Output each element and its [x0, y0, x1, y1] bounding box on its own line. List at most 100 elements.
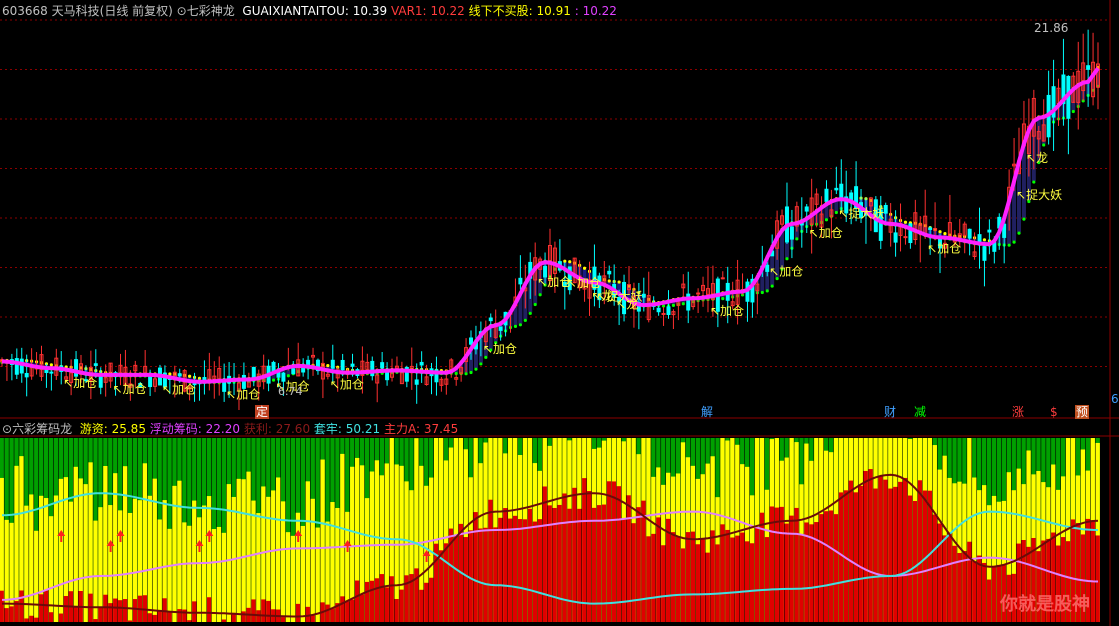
chip-bar-red — [364, 581, 370, 622]
chip-bar-red — [981, 562, 987, 622]
candle-body — [49, 371, 54, 374]
chip-bar-red — [340, 596, 345, 622]
chip-bar-red — [73, 607, 78, 622]
ribbon-top-dot — [982, 238, 987, 242]
candle-body — [967, 228, 972, 239]
sub-item-value: 37.45 — [423, 422, 459, 436]
chip-bar-yellow — [315, 527, 320, 622]
candle-body — [380, 362, 385, 369]
ribbon-bottom-dot — [1071, 109, 1075, 114]
event-marker-dollar[interactable]: $ — [1050, 405, 1058, 419]
ribbon-bottom-dot — [765, 289, 769, 293]
chip-bar-yellow — [83, 484, 88, 622]
chip-bar-red — [582, 478, 587, 622]
ribbon-bottom-dot — [795, 237, 799, 241]
sub-item-label: 主力A: — [383, 422, 421, 436]
chip-bar-red — [646, 536, 651, 622]
chip-bar-red — [868, 469, 873, 622]
chip-bar-red — [157, 610, 162, 622]
ribbon-bottom-dot — [513, 324, 518, 328]
chip-bar-red — [591, 507, 597, 622]
chip-bar-yellow — [197, 517, 202, 622]
ribbon-bottom-dot — [721, 297, 725, 301]
chip-bar-red — [972, 561, 977, 622]
chip-bar-red — [695, 544, 700, 622]
chip-bar-yellow — [330, 502, 335, 622]
chip-bar-red — [567, 508, 572, 622]
candle-body — [93, 363, 98, 366]
chip-bar-yellow — [29, 494, 34, 622]
signal-label: ↖加仓 — [113, 382, 147, 396]
chip-bar-red — [266, 600, 271, 622]
settings-circle-icon[interactable]: ⊙ — [2, 422, 12, 436]
chip-bar-red — [48, 612, 54, 622]
signal-label: ↖龙 — [616, 297, 638, 311]
chip-bar-yellow — [320, 459, 325, 622]
event-marker-cai[interactable]: 财 — [884, 405, 896, 419]
signal-label: ↖加仓 — [162, 383, 196, 397]
candle-body — [641, 293, 646, 298]
chip-bar-red — [967, 541, 972, 622]
candle-body — [720, 277, 725, 280]
sub-indicator-name[interactable]: 六彩筹码龙 — [12, 422, 72, 436]
candle-body — [928, 227, 933, 230]
candle-body — [696, 292, 701, 295]
ribbon-bottom-dot — [824, 218, 829, 222]
chip-bar-red — [108, 603, 113, 622]
chip-bar-red — [261, 599, 266, 622]
chip-bar-red — [937, 523, 942, 622]
chip-bar-red — [152, 614, 157, 622]
chip-bar-yellow — [394, 464, 399, 622]
chip-bar-red — [957, 553, 962, 622]
signal-label: ↖加仓 — [330, 377, 364, 391]
event-marker-jie[interactable]: 解 — [701, 405, 713, 419]
chip-bar-red — [98, 606, 103, 622]
chip-bar-red — [379, 574, 385, 622]
chip-bar-yellow — [122, 466, 128, 622]
chip-bar-red — [670, 532, 676, 622]
ribbon-bottom-dot — [1022, 217, 1026, 221]
header-item-label: GUAIXIANTAITOU: — [242, 4, 349, 18]
candle-body — [414, 379, 419, 385]
chip-bar-red — [24, 618, 29, 622]
chip-bar-red — [873, 488, 878, 622]
chip-bar-red — [251, 599, 256, 622]
candle-body — [419, 361, 424, 366]
signal-label: ↖捉大妖 — [838, 206, 884, 221]
chip-bar-red — [833, 514, 839, 622]
settings-circle-icon[interactable]: ⊙ — [177, 4, 187, 18]
chip-bar-red — [705, 552, 710, 622]
signal-label: ↖加仓 — [483, 342, 517, 356]
ribbon-top-dot — [617, 280, 621, 284]
period-label: (日线 前复权) — [99, 4, 173, 18]
event-marker-jian[interactable]: 减 — [914, 405, 926, 419]
signal-label: ↖加仓 — [63, 376, 97, 390]
header-item-label: VAR1: — [390, 4, 427, 18]
candle-body — [350, 363, 355, 367]
candle-body — [987, 229, 992, 233]
chip-bar-red — [221, 619, 227, 622]
ribbon-top-dot — [49, 363, 53, 367]
chip-bar-red — [754, 528, 760, 622]
ribbon-bottom-dot — [1007, 243, 1011, 247]
indicator-name[interactable]: 七彩神龙 — [187, 4, 235, 18]
chip-bar-red — [611, 481, 617, 622]
chip-bar-red — [779, 506, 784, 622]
event-marker-yu[interactable]: 预 — [1075, 405, 1090, 419]
chip-bar-red — [858, 485, 863, 622]
chip-bar-yellow — [152, 478, 157, 622]
chip-bar-red — [947, 532, 952, 622]
chip-bar-yellow — [271, 490, 276, 622]
chip-bar-red — [177, 609, 182, 622]
candle-body — [656, 307, 661, 313]
chip-bar-yellow — [256, 513, 261, 622]
chip-bar-red — [883, 479, 888, 622]
event-marker-zhang[interactable]: 涨 — [1012, 405, 1024, 419]
event-marker-ding[interactable]: 定 — [255, 405, 270, 419]
chip-bar-red — [330, 608, 335, 622]
ribbon-bottom-dot — [681, 302, 685, 306]
chip-bar-red — [345, 601, 350, 622]
chip-bar-red — [305, 606, 310, 622]
candle-body — [340, 359, 345, 371]
stock-code: 603668 — [2, 4, 48, 18]
